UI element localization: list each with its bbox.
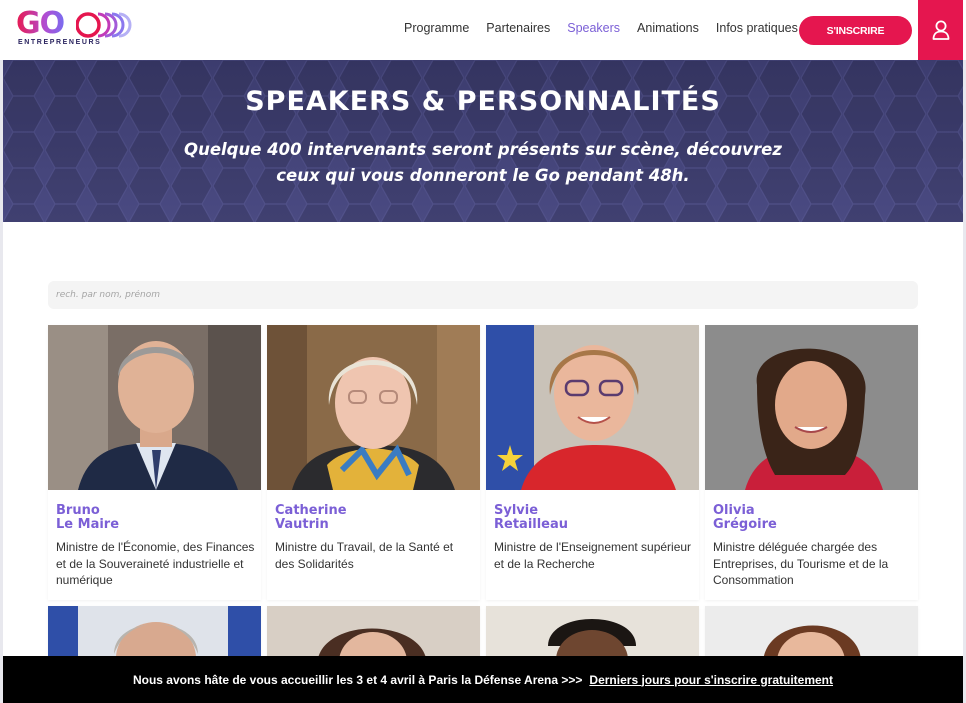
speaker-last-name: Retailleau	[494, 517, 569, 532]
speaker-last-name: Vautrin	[275, 517, 329, 532]
speaker-card[interactable]: Sylvie Retailleau Ministre de l'Enseigne…	[486, 325, 699, 600]
speaker-card[interactable]: Bruno Le Maire Ministre de l'Économie, d…	[48, 325, 261, 600]
account-button[interactable]	[918, 0, 963, 60]
banner-signup-link[interactable]: Derniers jours pour s'inscrire gratuitem…	[589, 673, 833, 687]
speaker-last-name: Le Maire	[56, 517, 120, 532]
speaker-first-name: Bruno	[56, 503, 100, 518]
site-logo[interactable]: GO ENTREPRENEURS	[16, 6, 132, 50]
speaker-first-name: Catherine	[275, 503, 347, 518]
speaker-name: Olivia Grégoire	[713, 504, 777, 532]
speaker-name: Bruno Le Maire	[56, 504, 119, 532]
speaker-first-name: Sylvie	[494, 503, 539, 518]
speaker-card[interactable]: Catherine Vautrin Ministre du Travail, d…	[267, 325, 480, 600]
nav-infos-pratiques[interactable]: Infos pratiques	[716, 21, 798, 39]
logo-text: GO	[16, 6, 65, 41]
nav-programme[interactable]: Programme	[404, 21, 469, 39]
speaker-name: Sylvie Retailleau	[494, 504, 568, 532]
speaker-search-input[interactable]	[48, 281, 918, 309]
speaker-first-name: Olivia	[713, 503, 755, 518]
announcement-banner: Nous avons hâte de vous accueillir les 3…	[3, 656, 963, 703]
speaker-role: Ministre de l'Économie, des Finances et …	[56, 540, 255, 587]
main-nav: Programme Partenaires Speakers Animation…	[404, 21, 815, 39]
speaker-last-name: Grégoire	[713, 517, 777, 532]
nav-speakers[interactable]: Speakers	[567, 21, 620, 39]
site-header: GO ENTREPRENEURS Programme Partenaires S…	[0, 0, 966, 60]
speaker-photo	[48, 325, 261, 490]
speaker-role: Ministre déléguée chargée des Entreprise…	[713, 540, 889, 587]
user-icon	[932, 20, 949, 40]
speaker-photo	[267, 325, 480, 490]
speaker-role: Ministre de l'Enseignement supérieur et …	[494, 540, 692, 571]
page-subtitle: Quelque 400 intervenants seront présents…	[184, 140, 782, 185]
signup-button[interactable]: S'INSCRIRE	[799, 16, 912, 45]
speaker-card[interactable]: Olivia Grégoire Ministre déléguée chargé…	[705, 325, 918, 600]
nav-animations[interactable]: Animations	[637, 21, 699, 39]
speaker-role: Ministre du Travail, de la Santé et des …	[275, 540, 454, 571]
banner-text: Nous avons hâte de vous accueillir les 3…	[132, 672, 583, 687]
logo-rings-icon	[76, 12, 132, 38]
speaker-photo	[705, 325, 918, 490]
hero-banner: SPEAKERS & PERSONNALITÉS Quelque 400 int…	[3, 60, 963, 222]
speaker-photo	[486, 325, 699, 490]
speaker-name: Catherine Vautrin	[275, 504, 347, 532]
page-title: SPEAKERS & PERSONNALITÉS	[245, 86, 721, 117]
logo-tagline: ENTREPRENEURS	[18, 39, 102, 46]
nav-partenaires[interactable]: Partenaires	[486, 21, 550, 39]
